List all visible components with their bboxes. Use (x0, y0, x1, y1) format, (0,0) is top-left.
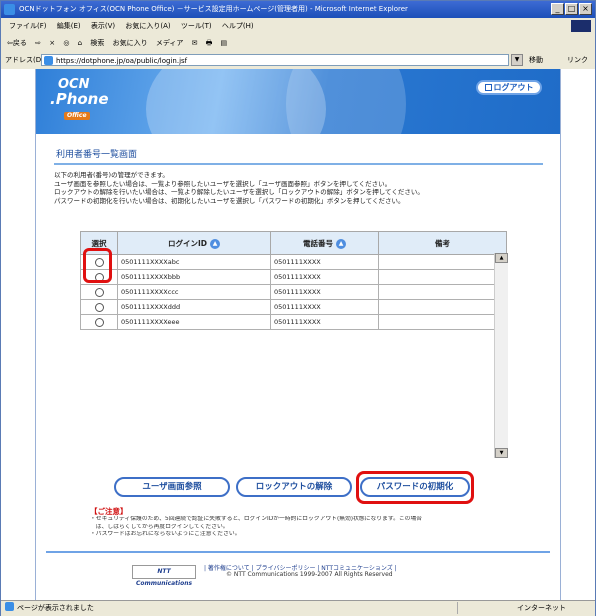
zone-indicator: インターネット (517, 604, 566, 612)
description: 以下の利用者(番号)の管理ができます。 ユーザ画面を参照したい場合は、一覧より参… (54, 171, 424, 205)
phone-cell: 0501111XXXX (270, 314, 379, 330)
status-text: ページが表示されました (17, 604, 94, 612)
copyright: © NTT Communications 1999-2007 All Right… (226, 571, 393, 578)
refresh-button[interactable]: ◎ (63, 39, 69, 47)
footer-divider (46, 551, 550, 553)
address-bar: アドレス(D) https://dotphone.jp/oa/public/lo… (1, 52, 595, 70)
menu-edit[interactable]: 編集(E) (57, 22, 81, 30)
highlight-reset-password (356, 471, 474, 504)
note-cell (378, 284, 507, 300)
media-button[interactable]: メディア (156, 39, 184, 47)
favorites-button[interactable]: お気に入り (113, 39, 148, 47)
minimize-button[interactable]: _ (551, 3, 564, 15)
table-row: 0501111XXXXeee 0501111XXXX (80, 314, 507, 330)
scroll-up-button[interactable]: ▲ (495, 253, 508, 263)
login-id-cell: 0501111XXXXabc (117, 254, 271, 270)
login-id-cell: 0501111XXXXbbb (117, 269, 271, 285)
select-radio[interactable] (94, 317, 104, 327)
menu-view[interactable]: 表示(V) (91, 22, 115, 30)
notes: ・セキュリティ保護のため、5回連続で認証に失敗すると、ログインIDが一時的にロッ… (90, 516, 423, 537)
address-url: https://dotphone.jp/oa/public/login.jsf (56, 57, 188, 65)
note-cell (378, 254, 507, 270)
address-label: アドレス(D) (5, 56, 44, 64)
user-table: 選択 ログインID ▲ 電話番号 ▲ 備考 0501111XXXXabc 05011… (80, 231, 507, 330)
header-login-id[interactable]: ログインID ▲ (117, 231, 271, 255)
phone-cell: 0501111XXXX (270, 254, 379, 270)
select-radio[interactable] (94, 302, 104, 312)
links-button[interactable]: リンク (567, 52, 588, 69)
maximize-button[interactable]: □ (565, 3, 578, 15)
go-button[interactable]: 移動 (529, 52, 543, 69)
window-title: OCNドットフォン オフィス(OCN Phone Office) －サービス設定… (19, 5, 408, 13)
edit-button[interactable]: ▤ (221, 39, 228, 47)
address-input[interactable]: https://dotphone.jp/oa/public/login.jsf (41, 54, 509, 66)
menu-favorites[interactable]: お気に入り(A) (125, 22, 170, 30)
title-bar: OCNドットフォン オフィス(OCN Phone Office) －サービス設定… (1, 1, 595, 18)
stop-button[interactable]: × (49, 39, 55, 47)
page-icon (5, 602, 14, 611)
table-row: 0501111XXXXbbb 0501111XXXX (80, 269, 507, 285)
close-button[interactable]: × (579, 3, 592, 15)
sort-icon[interactable]: ▲ (210, 238, 221, 249)
toolbar: ⇦戻る ⇨ × ◎ ⌂ 検索 お気に入り メディア ✉ 🖶 ▤ (1, 34, 595, 53)
phone-cell: 0501111XXXX (270, 269, 379, 285)
highlight-select-radio (83, 248, 112, 283)
forward-button[interactable]: ⇨ (35, 39, 41, 47)
note-cell (378, 314, 507, 330)
menu-file[interactable]: ファイル(F) (9, 22, 47, 30)
home-button[interactable]: ⌂ (78, 39, 82, 47)
table-row: 0501111XXXXabc 0501111XXXX (80, 254, 507, 270)
table-header-row: 選択 ログインID ▲ 電話番号 ▲ 備考 (80, 231, 507, 255)
menu-help[interactable]: ヘルプ(H) (222, 22, 254, 30)
user-view-button[interactable]: ユーザ画面参照 (114, 477, 230, 497)
note-cell (378, 269, 507, 285)
table-scrollbar[interactable]: ▲ ▼ (494, 253, 508, 458)
unlock-button[interactable]: ロックアウトの解除 (236, 477, 352, 497)
status-bar: ページが表示されました インターネット (1, 600, 595, 616)
back-button[interactable]: ⇦戻る (7, 39, 27, 47)
footer: NTT Communications | 著作権について | プライバシーポリシ… (36, 561, 560, 587)
page-title: 利用者番号一覧画面 (54, 149, 543, 165)
menu-tools[interactable]: ツール(T) (181, 22, 212, 30)
phone-cell: 0501111XXXX (270, 284, 379, 300)
header-banner: OCN .Phone Office ログアウト (36, 69, 560, 134)
header-note: 備考 (378, 231, 507, 255)
search-button[interactable]: 検索 (90, 39, 104, 47)
table-row: 0501111XXXXccc 0501111XXXX (80, 284, 507, 300)
logout-button[interactable]: ログアウト (476, 80, 542, 95)
phone-cell: 0501111XXXX (270, 299, 379, 315)
address-dropdown-button[interactable]: ▼ (511, 54, 523, 66)
ie-icon (4, 4, 15, 15)
menu-bar: ファイル(F) 編集(E) 表示(V) お気に入り(A) ツール(T) ヘルプ(… (1, 18, 595, 35)
ocn-phone-logo: OCN .Phone Office (50, 77, 109, 120)
windows-logo-icon (571, 20, 591, 32)
header-phone[interactable]: 電話番号 ▲ (270, 231, 379, 255)
login-id-cell: 0501111XXXXddd (117, 299, 271, 315)
table-row: 0501111XXXXddd 0501111XXXX (80, 299, 507, 315)
browser-window: OCNドットフォン オフィス(OCN Phone Office) －サービス設定… (0, 0, 596, 616)
login-id-cell: 0501111XXXXeee (117, 314, 271, 330)
page-content: OCN .Phone Office ログアウト 利用者番号一覧画面 以下の利用者… (1, 69, 595, 600)
action-buttons: ユーザ画面参照 ロックアウトの解除 パスワードの初期化 (36, 477, 560, 499)
page-icon (44, 56, 53, 65)
page-container: OCN .Phone Office ログアウト 利用者番号一覧画面 以下の利用者… (35, 69, 561, 600)
ntt-logo: NTT Communications (132, 565, 196, 587)
login-id-cell: 0501111XXXXccc (117, 284, 271, 300)
scroll-down-button[interactable]: ▼ (495, 448, 508, 458)
sort-icon[interactable]: ▲ (336, 238, 346, 249)
select-radio[interactable] (94, 287, 104, 297)
print-button[interactable]: 🖶 (206, 39, 213, 47)
note-cell (378, 299, 507, 315)
logout-icon (484, 84, 492, 91)
mail-button[interactable]: ✉ (192, 39, 198, 47)
